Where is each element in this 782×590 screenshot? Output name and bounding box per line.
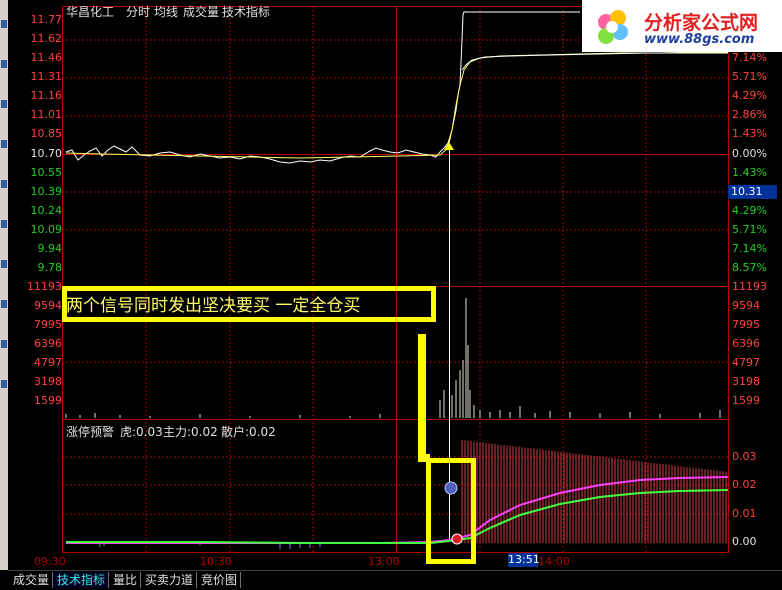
percent-label: 5.71% (732, 223, 767, 236)
indicator-main-value: 主力:0.02 (163, 425, 218, 439)
volume-label: 9594 (34, 299, 62, 312)
volume-label: 6396 (34, 337, 62, 350)
price-label: 11.46 (30, 51, 63, 64)
indicator-label: 0.01 (732, 507, 757, 520)
price-label: 10.39 (30, 185, 63, 198)
volume-label: 3198 (732, 375, 760, 388)
tab-buy-sell-force[interactable]: 买卖力道 (142, 572, 198, 588)
signal-highlight-box (426, 458, 476, 564)
tab-volume[interactable]: 成交量 (183, 3, 219, 20)
price-label: 11.16 (30, 89, 63, 102)
volume-label: 1599 (732, 394, 760, 407)
time-label: 14:00 (538, 555, 570, 568)
price-line (65, 11, 580, 164)
time-cursor-badge: 13:51 (508, 553, 540, 567)
indicator-label: 0.03 (732, 450, 757, 463)
price-label: 11.01 (30, 108, 63, 121)
price-label: 10.24 (30, 204, 63, 217)
price-label: 10.55 (30, 166, 63, 179)
chart-frame (62, 6, 729, 553)
percent-label: 1.43% (732, 127, 767, 140)
volume-label: 4797 (732, 356, 760, 369)
volume-label: 7995 (34, 318, 62, 331)
volume-label: 4797 (34, 356, 62, 369)
tab-volume-panel[interactable]: 成交量 (10, 572, 54, 588)
tab-auction-chart[interactable]: 竞价图 (198, 572, 242, 588)
indicator-retail-value: 散户:0.02 (221, 425, 276, 439)
price-label: 9.78 (37, 261, 63, 274)
price-label: 9.94 (37, 242, 63, 255)
percent-label: 4.29% (732, 89, 767, 102)
percent-label: 7.14% (732, 51, 767, 64)
tab-avgline[interactable]: 均线 (154, 3, 178, 20)
price-label: 10.09 (30, 223, 63, 236)
percent-label: 0.00% (732, 147, 767, 160)
price-label: 11.62 (30, 32, 63, 45)
volume-label: 7995 (732, 318, 760, 331)
price-label: 11.31 (30, 70, 63, 83)
volume-label: 11193 (732, 280, 767, 293)
percent-label: 5.71% (732, 70, 767, 83)
tab-timeshare[interactable]: 分时 (126, 3, 150, 20)
percent-label: 2.86% (732, 108, 767, 121)
indicator-tiger-value: 虎:0.03 (120, 425, 163, 439)
logo-url: www.88gs.com (644, 32, 755, 47)
indicator-label: 0.00 (732, 535, 757, 548)
flower-logo-icon (598, 10, 628, 44)
percent-label: 1.43% (732, 166, 767, 179)
tab-volume-ratio[interactable]: 量比 (110, 572, 142, 588)
percent-label: 4.29% (732, 204, 767, 217)
volume-label: 9594 (732, 299, 760, 312)
current-price-badge: 10.31 (728, 185, 777, 199)
percent-label: 8.57% (732, 261, 767, 274)
indicator-name: 涨停预警 (66, 425, 115, 439)
tab-indicator[interactable]: 技术指标 (222, 3, 270, 20)
price-label: 10.70 (30, 147, 63, 160)
volume-label: 6396 (732, 337, 760, 350)
bottom-tab-bar: 成交量 技术指标 量比 买卖力道 竞价图 (8, 570, 782, 590)
tab-indicator-panel[interactable]: 技术指标 (54, 572, 110, 588)
time-label: 09:30 (34, 555, 66, 568)
time-label: 10:30 (200, 555, 232, 568)
logo-title: 分析家公式网 (644, 12, 759, 34)
volume-label: 3198 (34, 375, 62, 388)
annotation-text: 两个信号同时发出坚决要买 一定全仓买 (66, 296, 361, 316)
volume-label: 1599 (34, 394, 62, 407)
time-label: 13:00 (368, 555, 400, 568)
price-label: 10.85 (30, 127, 63, 140)
volume-label: 11193 (27, 280, 62, 293)
price-label: 11.77 (30, 13, 63, 26)
indicator-label: 0.02 (732, 478, 757, 491)
stock-name: 华昌化工 (66, 5, 115, 19)
percent-label: 7.14% (732, 242, 767, 255)
